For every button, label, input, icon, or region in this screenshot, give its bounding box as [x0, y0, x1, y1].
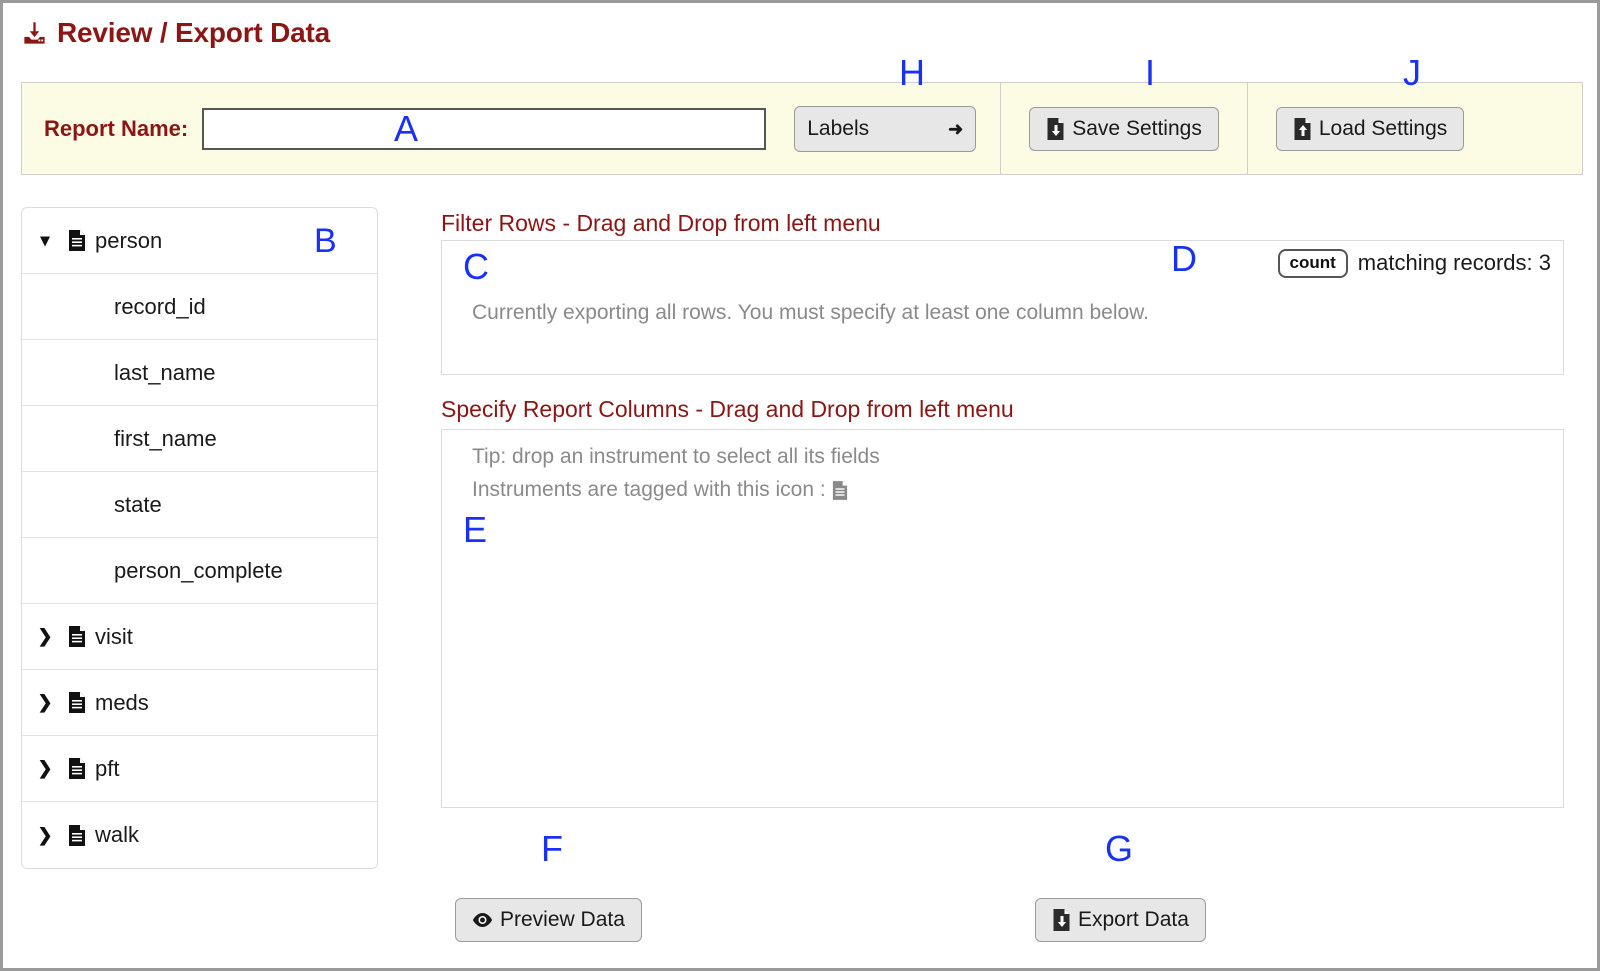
- chevron-right-icon[interactable]: ❯: [22, 758, 68, 779]
- labels-cell: Labels ➜: [766, 83, 1000, 174]
- file-download-icon: [1046, 117, 1065, 140]
- chevron-right-icon[interactable]: ❯: [22, 692, 68, 713]
- preview-data-label: Preview Data: [500, 908, 625, 931]
- save-settings-label: Save Settings: [1072, 116, 1202, 140]
- callout-g: G: [1105, 828, 1134, 869]
- callout-d: D: [1171, 238, 1197, 279]
- save-settings-cell: Save Settings: [1001, 83, 1247, 174]
- file-lines-icon: [68, 626, 86, 647]
- tree-row[interactable]: ▾ person B: [22, 208, 377, 274]
- file-lines-icon: [832, 480, 848, 500]
- tree-row-label: first_name: [114, 425, 217, 451]
- tree-row[interactable]: last_name: [22, 340, 377, 406]
- tree-row[interactable]: ❯ pft: [22, 736, 377, 802]
- callout-b: B: [314, 222, 337, 260]
- chevron-down-icon: ➜: [948, 118, 964, 139]
- settings-bar: Report Name: Labels ➜ Save Settings Load…: [21, 82, 1583, 175]
- tree-row-label: pft: [95, 755, 120, 781]
- callout-j: J: [1403, 52, 1421, 93]
- export-data-label: Export Data: [1078, 908, 1189, 931]
- export-data-button[interactable]: Export Data: [1035, 898, 1206, 942]
- report-columns-hint-line1: Tip: drop an instrument to select all it…: [472, 445, 880, 468]
- report-columns-heading: Specify Report Columns - Drag and Drop f…: [441, 396, 1014, 422]
- tree-row-label: record_id: [114, 293, 206, 319]
- filter-rows-hint: Currently exporting all rows. You must s…: [472, 301, 1150, 324]
- tree-row-label: meds: [95, 689, 149, 715]
- callout-a: A: [394, 108, 419, 149]
- page-title: Review / Export Data: [21, 17, 330, 49]
- page-title-text: Review / Export Data: [57, 17, 330, 48]
- tree-row-label: walk: [95, 822, 140, 847]
- callout-i: I: [1145, 52, 1156, 93]
- labels-select[interactable]: Labels ➜: [794, 105, 977, 152]
- report-columns-hint-line2: Instruments are tagged with this icon :: [472, 478, 826, 501]
- tree-row-label: visit: [95, 623, 133, 649]
- eye-icon: [472, 912, 493, 928]
- save-settings-button[interactable]: Save Settings: [1029, 106, 1219, 151]
- file-lines-icon: [68, 692, 86, 713]
- tree-row-label: person_complete: [114, 557, 283, 583]
- file-download-icon: [1052, 909, 1071, 931]
- tree-row[interactable]: ❯ meds: [22, 670, 377, 736]
- matching-records-group: count matching records: 3: [1277, 249, 1551, 278]
- chevron-down-icon[interactable]: ▾: [22, 230, 68, 251]
- tree-row[interactable]: first_name: [22, 406, 377, 472]
- instrument-tree: ▾ person B record_id last_name first_nam…: [21, 207, 378, 869]
- tree-row[interactable]: ❯ walk: [22, 802, 377, 868]
- chevron-right-icon[interactable]: ❯: [22, 626, 68, 647]
- callout-e: E: [463, 509, 488, 550]
- report-name-label: Report Name:: [44, 115, 189, 141]
- tree-row[interactable]: state: [22, 472, 377, 538]
- tree-row-label: person: [95, 227, 163, 253]
- callout-c: C: [463, 246, 489, 287]
- tree-row-label: last_name: [114, 359, 216, 385]
- load-settings-button[interactable]: Load Settings: [1275, 106, 1465, 151]
- tree-row[interactable]: person_complete: [22, 538, 377, 604]
- callout-h: H: [899, 52, 925, 93]
- load-settings-cell: Load Settings: [1248, 83, 1492, 174]
- filter-rows-heading: Filter Rows - Drag and Drop from left me…: [441, 210, 881, 236]
- matching-records-text: matching records: 3: [1357, 250, 1551, 276]
- report-columns-dropzone[interactable]: Tip: drop an instrument to select all it…: [441, 429, 1564, 808]
- tree-row[interactable]: record_id: [22, 274, 377, 340]
- file-lines-icon: [68, 824, 86, 846]
- load-settings-label: Load Settings: [1318, 116, 1448, 140]
- review-export-data-page: Review / Export Data Report Name: Labels…: [0, 0, 1600, 971]
- preview-data-button[interactable]: Preview Data: [455, 898, 642, 942]
- count-button[interactable]: count: [1277, 249, 1348, 278]
- file-lines-icon: [68, 230, 86, 251]
- labels-select-value: Labels: [807, 116, 870, 140]
- tree-row-label: state: [114, 491, 162, 517]
- filter-rows-dropzone[interactable]: count matching records: 3 Currently expo…: [441, 240, 1564, 375]
- callout-f: F: [541, 828, 563, 869]
- report-name-input[interactable]: [202, 107, 767, 150]
- chevron-right-icon[interactable]: ❯: [22, 825, 68, 846]
- file-lines-icon: [68, 758, 86, 779]
- download-icon: [21, 20, 48, 47]
- file-upload-icon: [1293, 117, 1312, 140]
- tree-row[interactable]: ❯ visit: [22, 604, 377, 670]
